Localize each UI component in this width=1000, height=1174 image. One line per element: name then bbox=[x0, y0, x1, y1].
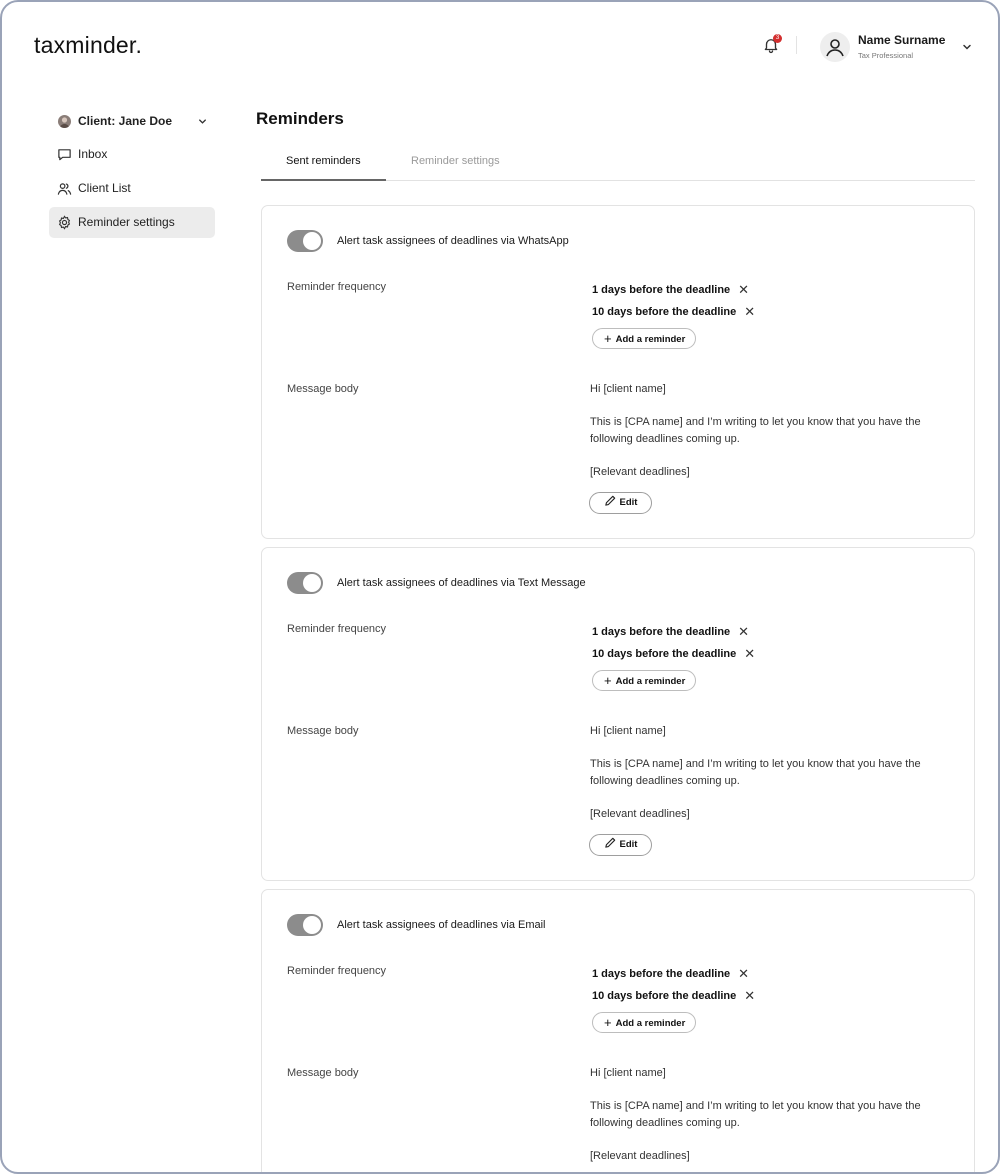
add-reminder-button[interactable]: + Add a reminder bbox=[592, 328, 697, 349]
reminder-frequency-label: Reminder frequency bbox=[287, 965, 387, 977]
page-title: Reminders bbox=[256, 109, 344, 128]
user-role: Tax Professional bbox=[858, 51, 914, 60]
reminder-card-text-message: Alert task assignees of deadlines via Te… bbox=[261, 547, 975, 881]
message-deadlines: [Relevant deadlines] bbox=[590, 808, 690, 820]
edit-label: Edit bbox=[619, 839, 638, 850]
user-avatar[interactable] bbox=[820, 32, 850, 62]
reminder-chip: 1 days before the deadline ✕ bbox=[592, 624, 749, 640]
user-name[interactable]: Name Surname bbox=[858, 33, 945, 47]
user-icon bbox=[826, 39, 844, 57]
message-body-label: Message body bbox=[287, 725, 359, 737]
reminder-chip-label: 1 days before the deadline bbox=[592, 968, 731, 980]
add-reminder-button[interactable]: + Add a reminder bbox=[592, 670, 697, 691]
gear-icon bbox=[58, 215, 71, 230]
sidebar-item-label: Inbox bbox=[78, 147, 108, 161]
reminder-chip-label: 1 days before the deadline bbox=[592, 284, 731, 296]
add-reminder-label: Add a reminder bbox=[615, 1018, 686, 1029]
message-greeting: Hi [client name] bbox=[590, 1067, 666, 1079]
message-icon bbox=[58, 149, 71, 161]
sidebar-item-label: Reminder settings bbox=[78, 215, 175, 229]
client-selector-label: Client: Jane Doe bbox=[78, 114, 173, 128]
close-icon[interactable]: ✕ bbox=[744, 646, 755, 662]
pencil-icon bbox=[604, 837, 615, 848]
reminder-chip-label: 10 days before the deadline bbox=[592, 990, 737, 1002]
card-title: Alert task assignees of deadlines via Te… bbox=[337, 577, 586, 589]
message-deadlines: [Relevant deadlines] bbox=[590, 1150, 690, 1162]
reminder-chip-label: 10 days before the deadline bbox=[592, 648, 737, 660]
add-reminder-button[interactable]: + Add a reminder bbox=[592, 1012, 697, 1033]
toggle-knob bbox=[303, 232, 321, 250]
close-icon[interactable]: ✕ bbox=[744, 304, 755, 320]
whatsapp-toggle[interactable] bbox=[287, 230, 323, 252]
reminder-chip: 10 days before the deadline ✕ bbox=[592, 988, 755, 1004]
message-deadlines: [Relevant deadlines] bbox=[590, 466, 690, 478]
active-tab-indicator bbox=[261, 179, 386, 181]
pencil-icon bbox=[604, 495, 615, 506]
message-body-label: Message body bbox=[287, 1067, 359, 1079]
message-paragraph: This is [CPA name] and I’m writing to le… bbox=[590, 1100, 921, 1129]
toggle-knob bbox=[303, 916, 321, 934]
notification-badge: 3 bbox=[773, 34, 782, 43]
header-divider bbox=[796, 36, 797, 54]
plus-icon: + bbox=[604, 331, 612, 346]
close-icon[interactable]: ✕ bbox=[738, 966, 749, 982]
email-toggle[interactable] bbox=[287, 914, 323, 936]
sidebar-item-client-list[interactable]: Client List bbox=[49, 173, 215, 204]
plus-icon: + bbox=[604, 1015, 612, 1030]
reminder-card-email: Alert task assignees of deadlines via Em… bbox=[261, 889, 975, 1172]
reminder-card-whatsapp: Alert task assignees of deadlines via Wh… bbox=[261, 205, 975, 539]
reminder-chip-label: 1 days before the deadline bbox=[592, 626, 731, 638]
close-icon[interactable]: ✕ bbox=[738, 282, 749, 298]
sidebar-item-label: Client List bbox=[78, 181, 131, 195]
sidebar-item-reminder-settings[interactable]: Reminder settings bbox=[49, 207, 215, 238]
person-silhouette-icon bbox=[59, 117, 70, 128]
app-window: taxminder. 3 Name Surname Tax Profession… bbox=[0, 0, 1000, 1174]
edit-button[interactable]: Edit bbox=[589, 492, 652, 514]
message-paragraph: This is [CPA name] and I’m writing to le… bbox=[590, 416, 921, 445]
tab-reminder-settings[interactable]: Reminder settings bbox=[411, 155, 500, 167]
sidebar-item-inbox[interactable]: Inbox bbox=[49, 139, 215, 170]
close-icon[interactable]: ✕ bbox=[738, 624, 749, 640]
message-body-label: Message body bbox=[287, 383, 359, 395]
app-logo[interactable]: taxminder. bbox=[34, 32, 142, 59]
chevron-down-icon bbox=[199, 119, 206, 124]
message-greeting: Hi [client name] bbox=[590, 725, 666, 737]
chevron-down-icon[interactable] bbox=[960, 40, 974, 54]
card-title: Alert task assignees of deadlines via Wh… bbox=[337, 235, 569, 247]
reminder-chip: 10 days before the deadline ✕ bbox=[592, 646, 755, 662]
reminder-chip: 1 days before the deadline ✕ bbox=[592, 282, 749, 298]
message-paragraph: This is [CPA name] and I’m writing to le… bbox=[590, 758, 921, 787]
client-selector[interactable]: Client: Jane Doe bbox=[49, 106, 215, 137]
tab-sent-reminders[interactable]: Sent reminders bbox=[286, 155, 361, 167]
edit-button[interactable]: Edit bbox=[589, 834, 652, 856]
reminder-chip-label: 10 days before the deadline bbox=[592, 306, 737, 318]
reminder-frequency-label: Reminder frequency bbox=[287, 281, 387, 293]
add-reminder-label: Add a reminder bbox=[615, 676, 686, 687]
add-reminder-label: Add a reminder bbox=[615, 334, 686, 345]
reminder-frequency-label: Reminder frequency bbox=[287, 623, 387, 635]
plus-icon: + bbox=[604, 673, 612, 688]
users-icon bbox=[57, 183, 72, 195]
message-greeting: Hi [client name] bbox=[590, 383, 666, 395]
client-avatar bbox=[58, 115, 71, 128]
text-message-toggle[interactable] bbox=[287, 572, 323, 594]
reminder-chip: 1 days before the deadline ✕ bbox=[592, 966, 749, 982]
toggle-knob bbox=[303, 574, 321, 592]
edit-label: Edit bbox=[619, 497, 638, 508]
card-title: Alert task assignees of deadlines via Em… bbox=[337, 919, 546, 931]
reminder-chip: 10 days before the deadline ✕ bbox=[592, 304, 755, 320]
close-icon[interactable]: ✕ bbox=[744, 988, 755, 1004]
